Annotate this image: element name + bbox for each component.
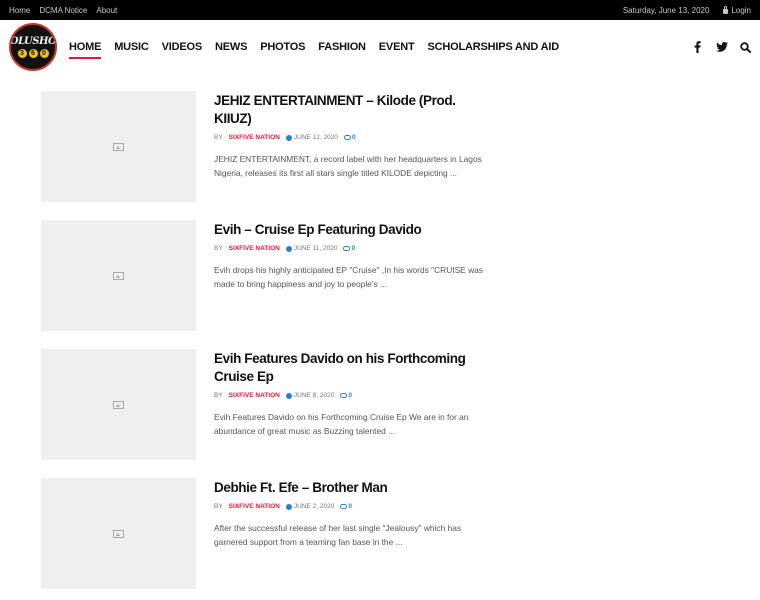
post-meta: BY SIXFIVE NATION JUNE 2, 2020 0 [214, 503, 486, 510]
post-title[interactable]: Debhie Ft. Efe – Brother Man [214, 479, 486, 497]
nav-item-event[interactable]: EVENT [379, 41, 415, 53]
post-item: Debhie Ft. Efe – Brother Man BY SIXFIVE … [41, 478, 501, 589]
post-author[interactable]: SIXFIVE NATION [229, 134, 280, 141]
post-date: JUNE 12, 2020 [285, 134, 338, 141]
clock-icon [285, 134, 292, 141]
nav-item-home[interactable]: HOME [69, 41, 102, 59]
post-meta: BY SIXFIVE NATION JUNE 12, 2020 0 [214, 134, 486, 141]
comment-count: 0 [348, 503, 352, 510]
comment-icon [340, 393, 348, 398]
post-thumbnail[interactable] [41, 349, 196, 460]
post-date-text: JUNE 2, 2020 [293, 503, 335, 510]
clock-icon [285, 503, 292, 510]
post-list: JEHIZ ENTERTAINMENT – Kilode (Prod. KIIU… [41, 91, 501, 600]
logo-digits: 3 6 0 [17, 49, 49, 58]
post-item: Evih – Cruise Ep Featuring Davido BY SIX… [41, 220, 501, 331]
post-excerpt: Evih Features Davido on his Forthcoming … [214, 412, 469, 436]
main-nav: HOME MUSIC VIDEOS NEWS PHOTOS FASHION EV… [69, 20, 559, 74]
site-logo[interactable]: OLUSHO 3 6 0 [9, 23, 57, 71]
nav-item-photos[interactable]: PHOTOS [260, 41, 305, 53]
login-label: Login [731, 5, 751, 15]
nav-item-news[interactable]: NEWS [215, 41, 247, 53]
by-label: BY [214, 392, 223, 399]
by-label: BY [214, 245, 223, 252]
nav-item-videos[interactable]: VIDEOS [162, 41, 203, 53]
image-placeholder-icon [113, 400, 124, 409]
comment-icon [343, 246, 351, 251]
comment-count: 0 [351, 134, 356, 141]
logo-digit: 0 [39, 49, 49, 58]
comment-icon [340, 504, 348, 509]
header-actions [691, 20, 752, 74]
image-placeholder-icon [113, 271, 124, 280]
nav-item-fashion[interactable]: FASHION [318, 41, 366, 53]
login-link[interactable]: Login [723, 5, 751, 15]
post-date: JUNE 2, 2020 [285, 503, 335, 510]
top-link-about[interactable]: About [96, 6, 117, 15]
image-placeholder-icon [113, 529, 124, 538]
facebook-icon[interactable] [691, 41, 704, 54]
post-author[interactable]: SIXFIVE NATION [229, 245, 280, 252]
nav-item-music[interactable]: MUSIC [114, 41, 149, 53]
post-comments[interactable]: 0 [343, 134, 356, 141]
image-placeholder-icon [113, 142, 124, 151]
top-link-home[interactable]: Home [9, 6, 30, 15]
post-date-text: JUNE 12, 2020 [293, 134, 338, 141]
nav-item-scholarships[interactable]: SCHOLARSHIPS AND AID [427, 41, 559, 53]
logo-text: OLUSHO [9, 36, 57, 47]
post-excerpt: JEHIZ ENTERTAINMENT, a record label with… [214, 154, 482, 178]
clock-icon [285, 245, 292, 252]
post-comments[interactable]: 0 [343, 245, 355, 252]
post-comments[interactable]: 0 [340, 503, 352, 510]
logo-digit: 6 [28, 49, 38, 58]
post-date: JUNE 11, 2020 [285, 245, 338, 252]
by-label: BY [214, 134, 223, 141]
comment-icon [343, 135, 351, 140]
post-excerpt: Evih drops his highly anticipated EP "Cr… [214, 265, 483, 289]
post-item: JEHIZ ENTERTAINMENT – Kilode (Prod. KIIU… [41, 91, 501, 202]
lock-icon [723, 5, 729, 14]
clock-icon [285, 392, 292, 399]
post-date-text: JUNE 11, 2020 [293, 245, 338, 252]
post-title[interactable]: Evih Features Davido on his Forthcoming … [214, 350, 486, 386]
post-thumbnail[interactable] [41, 478, 196, 589]
twitter-icon[interactable] [715, 41, 728, 54]
post-meta: BY SIXFIVE NATION JUNE 11, 2020 0 [214, 245, 486, 252]
post-thumbnail[interactable] [41, 220, 196, 331]
top-link-dcma[interactable]: DCMA Notice [39, 6, 87, 15]
post-comments[interactable]: 0 [340, 392, 352, 399]
post-date: JUNE 8, 2020 [285, 392, 335, 399]
logo-digit: 3 [17, 49, 27, 58]
top-links: Home DCMA Notice About [9, 6, 117, 15]
post-excerpt: After the successful release of her last… [214, 523, 462, 547]
post-author[interactable]: SIXFIVE NATION [229, 503, 280, 510]
header: OLUSHO 3 6 0 HOME MUSIC VIDEOS NEWS PHOT… [0, 20, 760, 74]
search-icon[interactable] [739, 41, 752, 54]
post-meta: BY SIXFIVE NATION JUNE 8, 2020 0 [214, 392, 486, 399]
post-item: Evih Features Davido on his Forthcoming … [41, 349, 501, 460]
top-bar: Home DCMA Notice About Saturday, June 13… [0, 0, 760, 20]
post-date-text: JUNE 8, 2020 [293, 392, 335, 399]
post-title[interactable]: Evih – Cruise Ep Featuring Davido [214, 221, 486, 239]
post-author[interactable]: SIXFIVE NATION [229, 392, 280, 399]
current-date: Saturday, June 13, 2020 [622, 5, 710, 15]
post-title[interactable]: JEHIZ ENTERTAINMENT – Kilode (Prod. KIIU… [214, 92, 486, 128]
post-thumbnail[interactable] [41, 91, 196, 202]
by-label: BY [214, 503, 223, 510]
comment-count: 0 [348, 392, 352, 399]
comment-count: 0 [351, 245, 356, 252]
